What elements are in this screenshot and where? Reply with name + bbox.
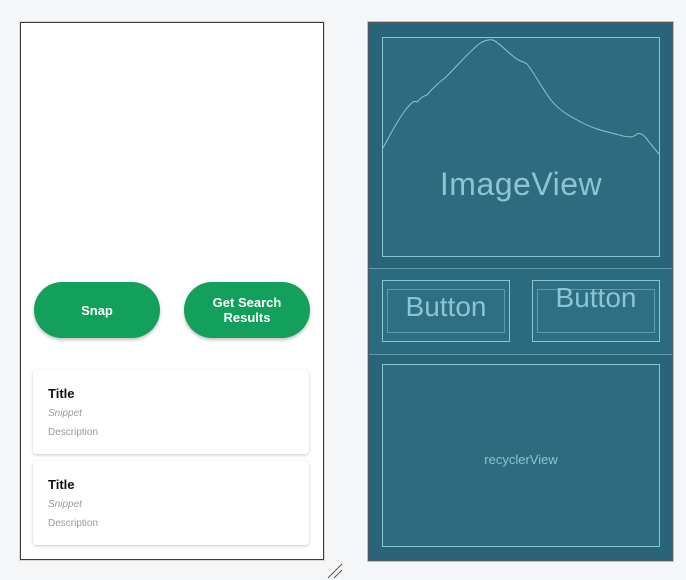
blueprint-snap-button[interactable]: Button xyxy=(382,280,510,342)
card-snippet: Snippet xyxy=(48,499,82,510)
snap-button[interactable]: Snap xyxy=(34,282,160,338)
button-label: Button xyxy=(405,291,487,322)
get-search-results-button[interactable]: Get Search Results xyxy=(184,282,310,338)
blueprint-button-row: Button Button xyxy=(369,268,672,355)
recycler-view-label: recyclerView xyxy=(484,452,558,467)
list-item[interactable]: Title Snippet Description xyxy=(33,370,309,454)
card-description: Description xyxy=(48,427,99,438)
card-title: Title xyxy=(48,386,75,401)
blueprint-preview[interactable]: ImageView Button Button recyclerView xyxy=(368,22,673,561)
blueprint-recycler-view[interactable]: recyclerView xyxy=(382,364,660,547)
list-item[interactable]: Title Snippet Description xyxy=(33,461,309,545)
design-preview[interactable]: Snap Get Search Results Title Snippet De… xyxy=(20,22,324,560)
card-description: Description xyxy=(48,518,99,529)
resize-grip-icon[interactable] xyxy=(326,562,344,580)
mountain-placeholder-icon xyxy=(383,39,659,155)
image-view[interactable] xyxy=(21,23,323,268)
blueprint-search-button[interactable]: Button xyxy=(532,280,660,342)
button-label: Button xyxy=(555,282,637,313)
card-snippet: Snippet xyxy=(48,408,82,419)
blueprint-image-view[interactable]: ImageView xyxy=(382,37,660,257)
card-title: Title xyxy=(48,477,75,492)
image-view-label: ImageView xyxy=(439,166,603,202)
